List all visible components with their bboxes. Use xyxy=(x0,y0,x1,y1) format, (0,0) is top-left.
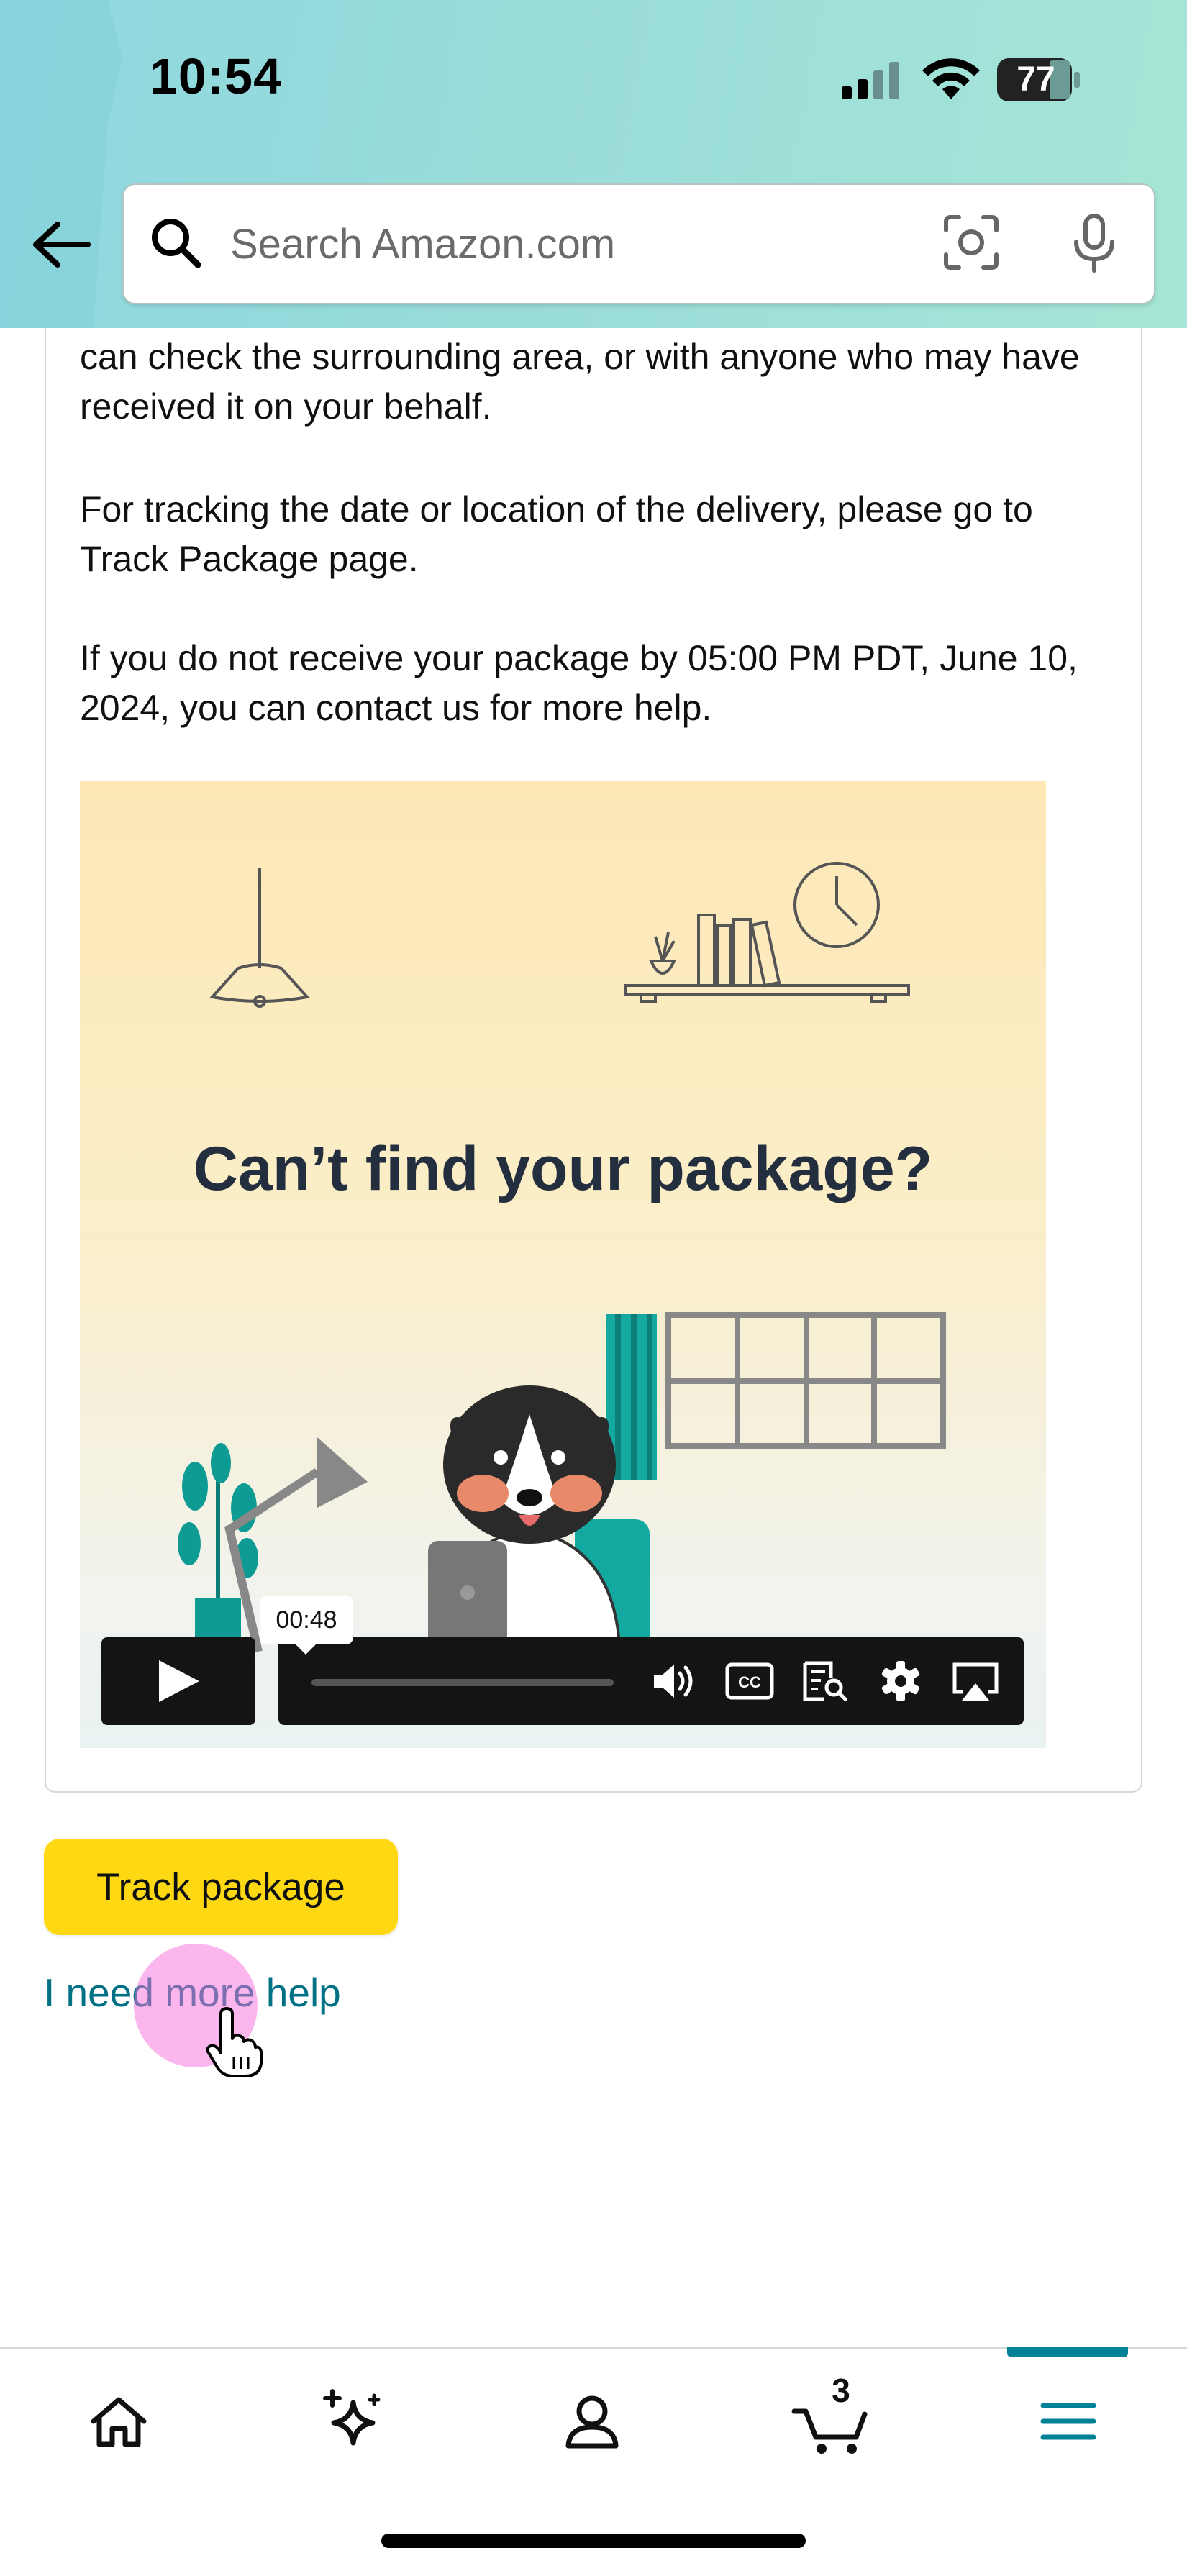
hand-pointer-cursor-icon xyxy=(206,2007,263,2077)
cellular-signal-icon xyxy=(842,62,899,99)
cart-count-badge: 3 xyxy=(832,2372,850,2409)
dog-illustration xyxy=(428,1385,622,1649)
search-input[interactable] xyxy=(229,214,879,273)
wifi-icon xyxy=(922,58,980,99)
camera-scan-icon[interactable] xyxy=(939,210,1004,275)
help-paragraph-track-package: For tracking the date or location of the… xyxy=(80,489,1033,579)
sparkle-icon[interactable] xyxy=(306,2374,400,2467)
transcript-icon[interactable] xyxy=(799,1657,850,1705)
video-controls-bar: CC xyxy=(278,1637,1024,1725)
pendant-lamp-illustration xyxy=(209,868,310,1008)
status-time: 10:54 xyxy=(150,48,283,104)
active-tab-indicator xyxy=(1007,2347,1128,2357)
help-paragraph-contact-deadline: If you do not receive your package by 05… xyxy=(80,638,1078,728)
battery-level: 77 xyxy=(1017,60,1055,99)
microphone-icon[interactable] xyxy=(1062,210,1127,275)
window-illustration xyxy=(665,1312,946,1449)
home-indicator xyxy=(381,2534,806,2548)
volume-icon[interactable] xyxy=(650,1657,700,1705)
play-icon xyxy=(159,1660,199,1702)
search-icon xyxy=(152,219,201,268)
help-paragraph-surrounding-area: can check the surrounding area, or with … xyxy=(80,337,1080,427)
bookshelf-illustration xyxy=(624,862,910,1003)
video-time-tooltip: 00:48 xyxy=(260,1596,353,1655)
closed-captions-icon[interactable]: CC xyxy=(724,1657,775,1705)
video-illustration xyxy=(178,862,946,1663)
settings-gear-icon[interactable] xyxy=(876,1657,926,1705)
home-icon[interactable] xyxy=(72,2374,165,2467)
video-progress-bar[interactable] xyxy=(311,1679,614,1686)
menu-icon[interactable] xyxy=(1022,2374,1115,2467)
help-video-player[interactable]: Can’t find your package? CC 00:48 xyxy=(80,781,1046,1748)
person-icon[interactable] xyxy=(545,2374,639,2467)
svg-text:CC: CC xyxy=(738,1673,761,1691)
video-headline: Can’t find your package? xyxy=(193,1134,933,1203)
track-package-button[interactable]: Track package xyxy=(44,1839,398,1935)
back-arrow-icon[interactable] xyxy=(29,216,94,273)
airplay-icon[interactable] xyxy=(950,1657,1001,1705)
play-button[interactable] xyxy=(101,1637,255,1725)
